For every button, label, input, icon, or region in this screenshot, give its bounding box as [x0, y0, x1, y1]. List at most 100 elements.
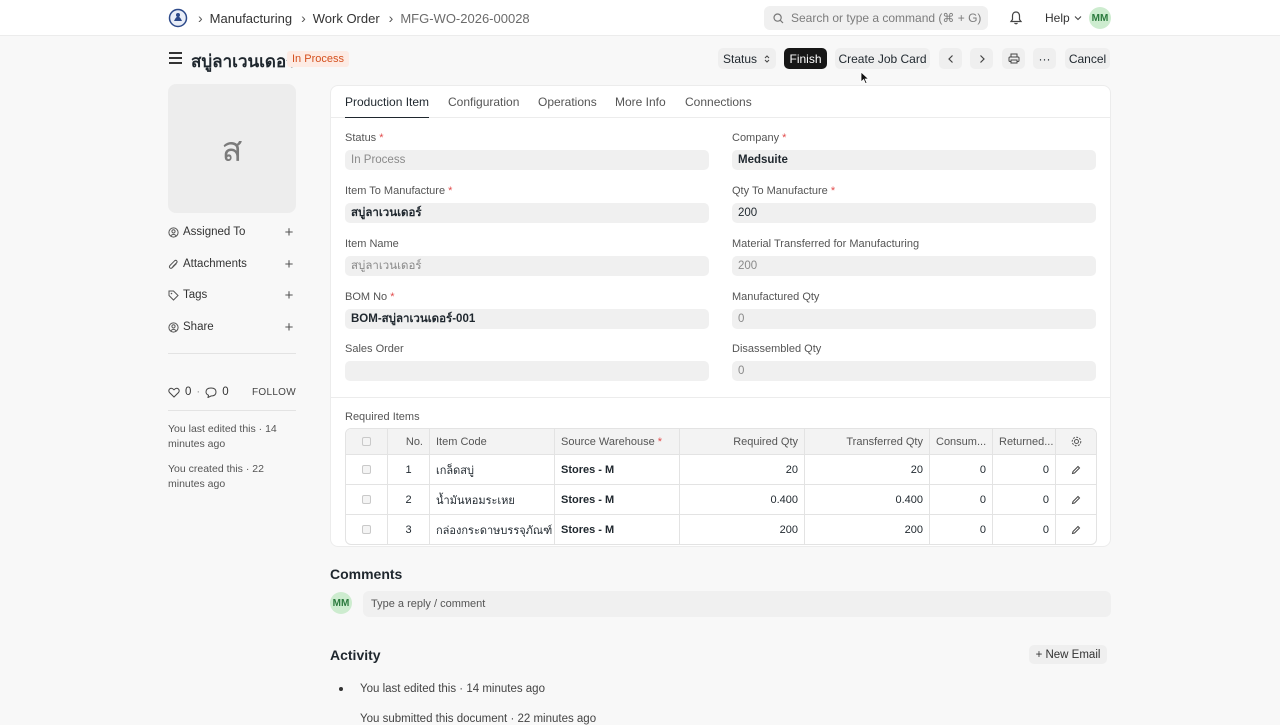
row-consumed[interactable]: 0 [930, 455, 993, 484]
printer-icon [1008, 53, 1019, 64]
follow-button[interactable]: FOLLOW [252, 387, 296, 398]
row-checkbox[interactable] [346, 455, 388, 484]
material-transferred-label: Material Transferred for Manufacturing [732, 238, 920, 250]
form-card: Production Item Configuration Operations… [330, 85, 1111, 547]
row-transferred-qty[interactable]: 0.400 [805, 485, 930, 514]
table-row[interactable]: 2 น้ำมันหอมระเหย Stores - M 0.400 0.400 … [346, 484, 1096, 514]
row-item-code[interactable]: น้ำมันหอมระเหย [430, 485, 555, 514]
previous-doc-button[interactable] [939, 48, 962, 69]
sidebar-item-label: Attachments [183, 258, 247, 270]
comment-icon[interactable] [205, 386, 217, 398]
row-required-qty[interactable]: 0.400 [680, 485, 805, 514]
manufactured-qty-label: Manufactured Qty [732, 291, 820, 303]
mouse-cursor-icon [860, 71, 870, 85]
next-doc-button[interactable] [970, 48, 993, 69]
row-warehouse[interactable]: Stores - M [555, 515, 680, 544]
breadcrumb-work-order[interactable]: Work Order [313, 11, 380, 26]
add-assignee-icon[interactable]: + [282, 224, 296, 241]
document-image-placeholder[interactable]: ส [168, 84, 296, 213]
add-tag-icon[interactable]: + [282, 287, 296, 304]
breadcrumb-manufacturing[interactable]: Manufacturing [210, 11, 292, 26]
item-to-manufacture-field[interactable]: สบู่ลาเวนเดอร์ [345, 203, 709, 223]
search-input[interactable] [791, 11, 981, 25]
row-warehouse[interactable]: Stores - M [555, 455, 680, 484]
new-email-button[interactable]: + New Email [1029, 645, 1107, 664]
heart-icon[interactable] [168, 387, 180, 398]
chevron-down-icon [1074, 16, 1082, 21]
share-user-icon [168, 321, 179, 333]
more-actions-button[interactable]: ··· [1033, 48, 1056, 69]
chevron-right-icon [979, 54, 985, 63]
disassembled-qty-field: 0 [732, 361, 1096, 381]
qty-to-manufacture-field[interactable]: 200 [732, 203, 1096, 223]
notification-bell-icon[interactable] [1008, 10, 1024, 26]
sidebar-item-label: Share [183, 321, 214, 333]
company-field[interactable]: Medsuite [732, 150, 1096, 170]
row-required-qty[interactable]: 20 [680, 455, 805, 484]
add-share-icon[interactable]: + [282, 319, 296, 336]
row-returned[interactable]: 0 [993, 485, 1056, 514]
table-row[interactable]: 1 เกล็ดสบู่ Stores - M 20 20 0 0 [346, 454, 1096, 484]
search-bar[interactable] [764, 6, 988, 30]
likes-count: 0 [185, 386, 192, 398]
app-logo-icon[interactable] [168, 7, 188, 29]
cancel-button[interactable]: Cancel [1065, 48, 1110, 69]
sidebar-toggle-icon[interactable] [169, 52, 182, 64]
user-avatar[interactable]: MM [1089, 7, 1111, 29]
material-transferred-field: 200 [732, 256, 1096, 276]
tab-connections[interactable]: Connections [685, 95, 752, 118]
row-edit-button[interactable] [1056, 455, 1096, 484]
row-transferred-qty[interactable]: 20 [805, 455, 930, 484]
row-consumed[interactable]: 0 [930, 485, 993, 514]
row-item-code[interactable]: กล่องกระดาษบรรจุภัณฑ์ [430, 515, 555, 544]
tab-more-info[interactable]: More Info [615, 95, 666, 118]
tab-production-item[interactable]: Production Item [345, 95, 430, 118]
tab-operations[interactable]: Operations [538, 95, 597, 118]
select-all-checkbox[interactable] [346, 429, 388, 454]
create-job-card-button[interactable]: Create Job Card [835, 48, 930, 69]
finish-button[interactable]: Finish [784, 48, 827, 69]
pencil-icon [1071, 465, 1081, 474]
sales-order-label: Sales Order [345, 343, 404, 355]
sidebar-item-label: Tags [183, 289, 208, 301]
sidebar-item-share[interactable]: Share + [168, 318, 296, 336]
row-edit-button[interactable] [1056, 485, 1096, 514]
help-menu[interactable]: Help [1045, 0, 1082, 36]
row-checkbox[interactable] [346, 515, 388, 544]
table-row[interactable]: 3 กล่องกระดาษบรรจุภัณฑ์ Stores - M 200 2… [346, 514, 1096, 544]
bom-no-field[interactable]: BOM-สบู่ลาเวนเดอร์-001 [345, 309, 709, 329]
row-returned[interactable]: 0 [993, 515, 1056, 544]
status-field: In Process [345, 150, 709, 170]
row-checkbox[interactable] [346, 485, 388, 514]
add-attachment-icon[interactable]: + [282, 256, 296, 273]
sidebar-item-tags[interactable]: Tags + [168, 286, 296, 304]
status-button-label: Status [722, 51, 758, 66]
sidebar-item-assigned-to[interactable]: Assigned To + [168, 223, 296, 241]
manufactured-qty-field: 0 [732, 309, 1096, 329]
breadcrumb-current-doc[interactable]: MFG-WO-2026-00028 [400, 11, 529, 26]
paperclip-icon [168, 259, 178, 269]
activity-heading: Activity [330, 647, 381, 663]
comment-input[interactable] [363, 591, 1111, 617]
row-edit-button[interactable] [1056, 515, 1096, 544]
gear-icon [1071, 436, 1081, 447]
row-required-qty[interactable]: 200 [680, 515, 805, 544]
item-to-manufacture-label: Item To Manufacture * [345, 185, 453, 197]
row-returned[interactable]: 0 [993, 455, 1056, 484]
column-settings-button[interactable] [1056, 429, 1096, 454]
row-consumed[interactable]: 0 [930, 515, 993, 544]
sidebar-item-attachments[interactable]: Attachments + [168, 255, 296, 273]
row-transferred-qty[interactable]: 200 [805, 515, 930, 544]
status-button[interactable]: Status [718, 48, 776, 69]
activity-item: You last edited this · 14 minutes ago [339, 683, 545, 695]
col-no: No. [388, 429, 430, 454]
assign-user-icon [168, 226, 179, 238]
row-item-code[interactable]: เกล็ดสบู่ [430, 455, 555, 484]
sales-order-field[interactable] [345, 361, 709, 381]
help-label: Help [1045, 11, 1070, 25]
row-warehouse[interactable]: Stores - M [555, 485, 680, 514]
tab-configuration[interactable]: Configuration [448, 95, 519, 118]
print-button[interactable] [1002, 48, 1025, 69]
chevron-right-icon: › [388, 10, 394, 26]
col-source-warehouse: Source Warehouse * [555, 429, 680, 454]
